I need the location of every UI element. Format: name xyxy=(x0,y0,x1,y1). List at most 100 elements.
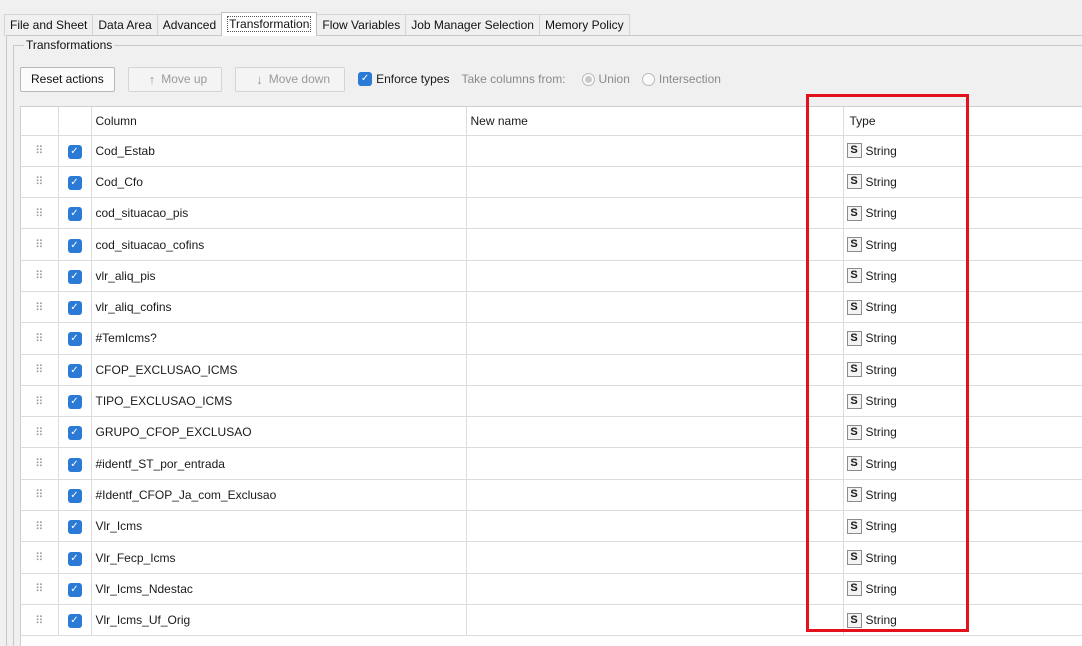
table-row[interactable]: ⠿ ✓ Vlr_Icms_Ndestac S String xyxy=(21,573,1082,605)
column-name-cell[interactable]: #TemIcms? xyxy=(91,322,467,355)
new-name-cell[interactable] xyxy=(466,416,844,449)
move-down-button[interactable]: ↓ Move down xyxy=(235,66,346,92)
row-checkbox[interactable]: ✓ xyxy=(58,322,92,355)
header-new-name[interactable]: New name xyxy=(466,107,844,136)
table-row[interactable]: ⠿ ✓ CFOP_EXCLUSAO_ICMS S String xyxy=(21,354,1082,386)
row-checkbox[interactable]: ✓ xyxy=(58,416,92,449)
drag-handle-icon[interactable]: ⠿ xyxy=(21,416,59,449)
row-checkbox[interactable]: ✓ xyxy=(58,541,92,574)
table-row[interactable]: ⠿ ✓ GRUPO_CFOP_EXCLUSAO S String xyxy=(21,416,1082,449)
type-cell[interactable]: S String xyxy=(843,573,1082,605)
column-name-cell[interactable]: Vlr_Icms xyxy=(91,510,467,543)
drag-handle-icon[interactable]: ⠿ xyxy=(21,573,59,605)
union-radio[interactable]: Union xyxy=(581,72,630,86)
tab-data-area[interactable]: Data Area xyxy=(92,14,158,36)
table-row[interactable]: ⠿ ✓ TIPO_EXCLUSAO_ICMS S String xyxy=(21,385,1082,418)
intersection-radio[interactable]: Intersection xyxy=(641,72,721,86)
drag-handle-icon[interactable]: ⠿ xyxy=(21,260,59,292)
column-name-cell[interactable]: Vlr_Icms_Uf_Orig xyxy=(91,604,467,637)
new-name-cell[interactable] xyxy=(466,447,844,480)
column-name-cell[interactable]: cod_situacao_cofins xyxy=(91,228,467,261)
type-cell[interactable]: S String xyxy=(843,260,1082,292)
drag-handle-icon[interactable]: ⠿ xyxy=(21,604,59,637)
column-name-cell[interactable]: CFOP_EXCLUSAO_ICMS xyxy=(91,354,467,386)
new-name-cell[interactable] xyxy=(466,322,844,355)
type-cell[interactable]: S String xyxy=(843,228,1082,261)
new-name-cell[interactable] xyxy=(466,197,844,230)
drag-handle-icon[interactable]: ⠿ xyxy=(21,291,59,324)
new-name-cell[interactable] xyxy=(466,291,844,324)
table-row[interactable]: ⠿ ✓ #Identf_CFOP_Ja_com_Exclusao S String xyxy=(21,479,1082,512)
table-row[interactable]: ⠿ ✓ vlr_aliq_pis S String xyxy=(21,260,1082,292)
column-name-cell[interactable]: #Identf_CFOP_Ja_com_Exclusao xyxy=(91,479,467,512)
type-cell[interactable]: S String xyxy=(843,385,1082,418)
column-name-cell[interactable]: Cod_Estab xyxy=(91,135,467,167)
drag-handle-icon[interactable]: ⠿ xyxy=(21,228,59,261)
reset-actions-button[interactable]: Reset actions xyxy=(20,66,115,92)
row-checkbox[interactable]: ✓ xyxy=(58,573,92,605)
table-row[interactable]: ⠿ ✓ vlr_aliq_cofins S String xyxy=(21,291,1082,324)
row-checkbox[interactable]: ✓ xyxy=(58,510,92,543)
column-name-cell[interactable]: Cod_Cfo xyxy=(91,166,467,199)
type-cell[interactable]: S String xyxy=(843,197,1082,230)
new-name-cell[interactable] xyxy=(466,479,844,512)
drag-handle-icon[interactable]: ⠿ xyxy=(21,385,59,418)
type-cell[interactable]: S String xyxy=(843,354,1082,386)
new-name-cell[interactable] xyxy=(466,260,844,292)
drag-handle-icon[interactable]: ⠿ xyxy=(21,197,59,230)
type-cell[interactable]: S String xyxy=(843,416,1082,449)
new-name-cell[interactable] xyxy=(466,385,844,418)
column-name-cell[interactable]: vlr_aliq_pis xyxy=(91,260,467,292)
type-cell[interactable]: S String xyxy=(843,166,1082,199)
new-name-cell[interactable] xyxy=(466,135,844,167)
column-name-cell[interactable]: vlr_aliq_cofins xyxy=(91,291,467,324)
column-name-cell[interactable]: TIPO_EXCLUSAO_ICMS xyxy=(91,385,467,418)
row-checkbox[interactable]: ✓ xyxy=(58,135,92,167)
type-cell[interactable]: S String xyxy=(843,322,1082,355)
drag-handle-icon[interactable]: ⠿ xyxy=(21,135,59,167)
table-row[interactable]: ⠿ ✓ #TemIcms? S String xyxy=(21,322,1082,355)
row-checkbox[interactable]: ✓ xyxy=(58,604,92,637)
row-checkbox[interactable]: ✓ xyxy=(58,385,92,418)
table-row[interactable]: ⠿ ✓ Cod_Estab S String xyxy=(21,135,1082,167)
new-name-cell[interactable] xyxy=(466,604,844,637)
type-cell[interactable]: S String xyxy=(843,510,1082,543)
table-row[interactable]: ⠿ ✓ #identf_ST_por_entrada S String xyxy=(21,447,1082,480)
tab-job-manager-selection[interactable]: Job Manager Selection xyxy=(405,14,540,36)
row-checkbox[interactable]: ✓ xyxy=(58,260,92,292)
header-type[interactable]: Type xyxy=(843,107,1082,136)
table-row[interactable]: ⠿ ✓ cod_situacao_cofins S String xyxy=(21,228,1082,261)
type-cell[interactable]: S String xyxy=(843,291,1082,324)
move-up-button[interactable]: ↑ Move up xyxy=(127,66,223,92)
drag-handle-icon[interactable]: ⠿ xyxy=(21,166,59,199)
tab-transformation[interactable]: Transformation xyxy=(221,12,318,36)
row-checkbox[interactable]: ✓ xyxy=(58,354,92,386)
new-name-cell[interactable] xyxy=(466,166,844,199)
tab-advanced[interactable]: Advanced xyxy=(156,14,223,36)
type-cell[interactable]: S String xyxy=(843,541,1082,574)
table-row[interactable]: ⠿ ✓ Vlr_Icms S String xyxy=(21,510,1082,543)
table-row[interactable]: ⠿ ✓ Vlr_Fecp_Icms S String xyxy=(21,541,1082,574)
tab-memory-policy[interactable]: Memory Policy xyxy=(538,14,630,36)
drag-handle-icon[interactable]: ⠿ xyxy=(21,354,59,386)
drag-handle-icon[interactable]: ⠿ xyxy=(21,541,59,574)
new-name-cell[interactable] xyxy=(466,228,844,261)
table-row[interactable]: ⠿ ✓ cod_situacao_pis S String xyxy=(21,197,1082,230)
table-row[interactable]: ⠿ ✓ Cod_Cfo S String xyxy=(21,166,1082,199)
tab-file-and-sheet[interactable]: File and Sheet xyxy=(4,14,94,36)
type-cell[interactable]: S String xyxy=(843,447,1082,480)
type-cell[interactable]: S String xyxy=(843,604,1082,637)
row-checkbox[interactable]: ✓ xyxy=(58,479,92,512)
column-name-cell[interactable]: #identf_ST_por_entrada xyxy=(91,447,467,480)
new-name-cell[interactable] xyxy=(466,541,844,574)
table-row[interactable]: ⠿ ✓ Vlr_Icms_Uf_Orig S String xyxy=(21,604,1082,637)
row-checkbox[interactable]: ✓ xyxy=(58,166,92,199)
new-name-cell[interactable] xyxy=(466,510,844,543)
row-checkbox[interactable]: ✓ xyxy=(58,197,92,230)
drag-handle-icon[interactable]: ⠿ xyxy=(21,322,59,355)
column-name-cell[interactable]: cod_situacao_pis xyxy=(91,197,467,230)
type-cell[interactable]: S String xyxy=(843,479,1082,512)
row-checkbox[interactable]: ✓ xyxy=(58,291,92,324)
new-name-cell[interactable] xyxy=(466,573,844,605)
tab-flow-variables[interactable]: Flow Variables xyxy=(316,14,407,36)
